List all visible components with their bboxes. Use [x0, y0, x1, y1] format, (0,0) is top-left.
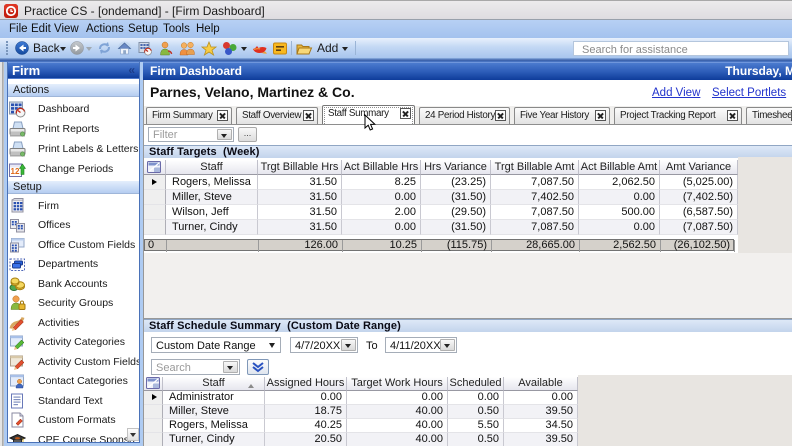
svg-text:12: 12: [11, 167, 20, 176]
